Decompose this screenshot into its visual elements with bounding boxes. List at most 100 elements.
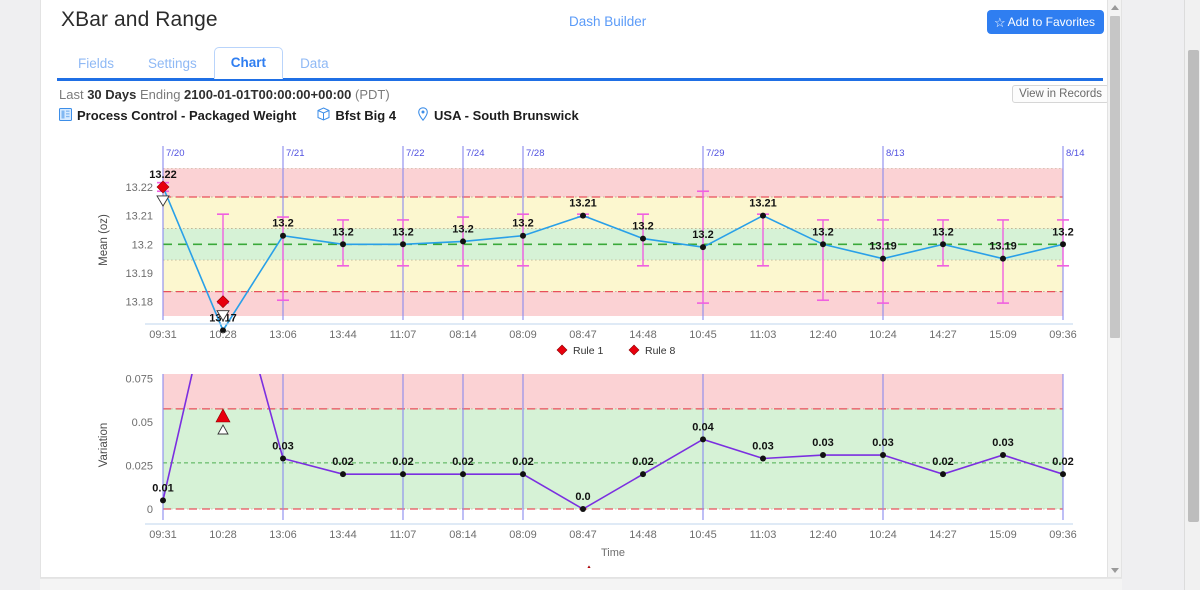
add-to-favorites-button[interactable]: ☆ Add to Favorites [986, 10, 1104, 34]
data-point[interactable] [280, 455, 286, 462]
data-point[interactable] [820, 452, 826, 459]
x-axis-tick-label: 14:27 [929, 329, 957, 341]
page-scrollbar-thumb[interactable] [1188, 50, 1199, 522]
dash-builder-link[interactable]: Dash Builder [569, 14, 646, 29]
data-point[interactable] [760, 212, 766, 219]
product-name: Bfst Big 4 [335, 108, 397, 123]
control-charts-svg: 13.1813.1913.213.2113.2213.22 UCL13.20 X… [98, 146, 1085, 568]
view-in-records-button[interactable]: View in Records [1012, 85, 1109, 103]
data-point[interactable] [640, 235, 646, 242]
legend-marker-triangle [587, 565, 591, 568]
data-point[interactable] [400, 471, 406, 478]
x-axis-tick-label: 11:03 [750, 329, 777, 341]
data-point-label: 13.2 [332, 226, 353, 238]
scroll-down-arrow-icon[interactable] [1111, 568, 1119, 573]
data-point[interactable] [1060, 241, 1066, 248]
data-point[interactable] [1060, 471, 1066, 478]
y-axis-tick-label: 0.025 [125, 460, 153, 472]
data-point-label: 0.0 [575, 491, 590, 503]
data-point[interactable] [520, 471, 526, 478]
legend-marker-diamond [556, 344, 568, 356]
page-scrollbar[interactable] [1184, 0, 1200, 590]
zone-red-lower [163, 291, 1063, 316]
panel-scrollbar[interactable] [1107, 0, 1121, 577]
data-point[interactable] [580, 212, 586, 219]
range-mid: Ending [136, 87, 185, 102]
data-point[interactable] [340, 241, 346, 248]
bottom-gutter [40, 578, 1122, 590]
location-name: USA - South Brunswick [434, 108, 579, 123]
data-point-label: 0.02 [512, 456, 533, 468]
x-axis-tick-label: 08:09 [509, 329, 537, 341]
data-point[interactable] [460, 471, 466, 478]
date-marker-label: 8/13 [886, 148, 905, 159]
tab-data[interactable]: Data [283, 48, 346, 79]
y-axis-tick-label: 13.22 [125, 182, 153, 194]
x-axis-tick-label: 10:45 [689, 329, 717, 341]
window-header: XBar and Range Dash Builder ☆ Add to Fav… [41, 0, 1121, 42]
x-axis-tick-label: 14:27 [929, 529, 957, 541]
data-point[interactable] [940, 471, 946, 478]
star-icon: ☆ [993, 14, 1006, 30]
data-point[interactable] [160, 497, 166, 504]
data-point[interactable] [280, 232, 286, 239]
data-point-label: 13.21 [749, 198, 777, 210]
x-axis-tick-label: 08:14 [449, 329, 477, 341]
data-point[interactable] [700, 244, 706, 251]
data-point[interactable] [580, 506, 586, 513]
data-point[interactable] [820, 241, 826, 248]
data-point[interactable] [460, 238, 466, 245]
x-axis-tick-label: 14:48 [629, 329, 657, 341]
data-point[interactable] [1000, 255, 1006, 262]
data-point[interactable] [880, 452, 886, 459]
data-point[interactable] [940, 241, 946, 248]
data-point-label: 0.01 [152, 482, 173, 494]
x-axis-tick-label: 10:28 [209, 329, 237, 341]
data-point[interactable] [880, 255, 886, 262]
x-axis-tick-label: 13:06 [269, 329, 297, 341]
left-gutter [0, 0, 40, 590]
x-axis-tick-label: 13:06 [269, 529, 297, 541]
data-point-label: 13.2 [632, 221, 653, 233]
data-point[interactable] [340, 471, 346, 478]
date-marker-label: 7/29 [706, 148, 725, 159]
panel-scrollbar-thumb[interactable] [1110, 16, 1120, 338]
date-marker-label: 7/21 [286, 148, 305, 159]
scroll-up-arrow-icon[interactable] [1111, 5, 1119, 10]
data-point[interactable] [700, 436, 706, 443]
x-axis-tick-label: 11:07 [390, 529, 417, 541]
range-timezone: (PDT) [351, 87, 390, 102]
data-point[interactable] [400, 241, 406, 248]
tab-bar: Fields Settings Chart Data [41, 42, 1121, 79]
data-point-label: 0.03 [812, 437, 833, 449]
y-axis-tick-label: 13.19 [125, 268, 153, 280]
tab-chart[interactable]: Chart [213, 47, 284, 79]
zone-green [163, 408, 1063, 510]
x-axis-tick-label: 13:44 [329, 529, 357, 541]
data-point-label: 13.2 [512, 218, 533, 230]
data-point-label: 13.22 [149, 169, 177, 181]
tab-settings[interactable]: Settings [131, 48, 214, 79]
data-point[interactable] [640, 471, 646, 478]
x-axis-tick-label: 10:28 [209, 529, 237, 541]
context-chips: Process Control - Packaged Weight Bfst B… [59, 107, 1121, 124]
x-axis-tick-label: 08:09 [509, 529, 537, 541]
y-axis-tick-label: 0.075 [125, 373, 153, 385]
date-marker-label: 8/14 [1066, 148, 1085, 159]
x-axis-tick-label: 09:31 [149, 329, 177, 341]
date-range-line: Last 30 Days Ending 2100-01-01T00:00:00+… [59, 87, 1121, 102]
tab-fields[interactable]: Fields [61, 48, 131, 79]
zone-yellow-lower [163, 260, 1063, 292]
x-axis-title: Time [601, 547, 625, 559]
process-name: Process Control - Packaged Weight [77, 108, 297, 123]
range-value: 30 Days [87, 87, 137, 102]
data-point[interactable] [760, 455, 766, 462]
data-point[interactable] [520, 232, 526, 239]
range-prefix: Last [59, 87, 88, 102]
x-axis-tick-label: 09:36 [1049, 529, 1077, 541]
x-axis-tick-label: 14:48 [629, 529, 657, 541]
data-point-label: 0.02 [452, 456, 473, 468]
y-axis-tick-label: 13.21 [125, 211, 153, 223]
date-marker-label: 7/24 [466, 148, 485, 159]
data-point[interactable] [1000, 452, 1006, 459]
